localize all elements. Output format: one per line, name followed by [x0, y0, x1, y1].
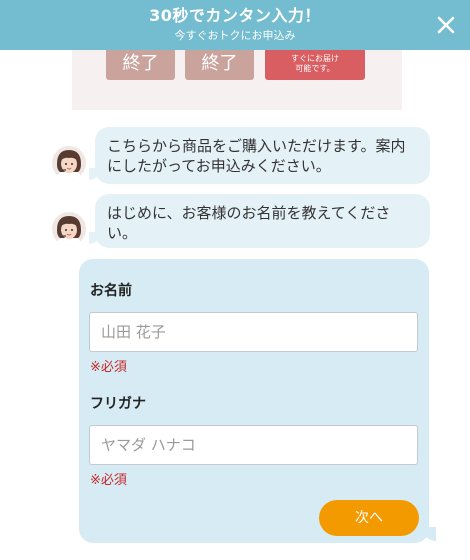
promo-header: 30秒でカンタン入力！ 今すぐおトクにお申込み — [0, 0, 470, 50]
operator-avatar-icon — [52, 146, 86, 180]
quick-delivery-line1: すぐにお届け — [291, 54, 339, 63]
operator-avatar-icon — [52, 212, 86, 246]
chat-message-1: こちらから商品をご購入いただけます。案内にしたがってお申込みください。 — [89, 127, 430, 184]
close-button[interactable] — [432, 11, 460, 39]
sold-out-button-2: 終了 — [185, 48, 254, 80]
name-form-card: お名前 ※必須 フリガナ ※必須 次へ — [79, 259, 436, 543]
kana-label: フリガナ — [90, 396, 146, 412]
chat-message-2: はじめに、お客様のお名前を教えてください。 — [89, 194, 430, 248]
quick-delivery-button[interactable]: すぐにお届け 可能です。 — [265, 48, 365, 80]
operator-avatar — [52, 146, 86, 180]
name-required-note: ※必須 — [90, 360, 127, 375]
quick-delivery-line2: 可能です。 — [295, 64, 335, 73]
operator-avatar — [52, 212, 86, 246]
chat-order-widget: 30秒でカンタン入力！ 今すぐおトクにお申込み 終了 終了 すぐにお届け 可能で… — [0, 0, 470, 560]
name-input[interactable] — [89, 312, 418, 352]
kana-input[interactable] — [89, 425, 418, 465]
sold-out-button-1: 終了 — [106, 48, 175, 80]
kana-required-note: ※必須 — [90, 473, 127, 488]
next-button[interactable]: 次へ — [319, 500, 419, 536]
close-icon — [437, 16, 455, 34]
header-title: 30秒でカンタン入力！ — [149, 6, 321, 25]
header-subtitle: 今すぐおトクにお申込み — [174, 29, 296, 42]
name-label: お名前 — [90, 283, 132, 299]
